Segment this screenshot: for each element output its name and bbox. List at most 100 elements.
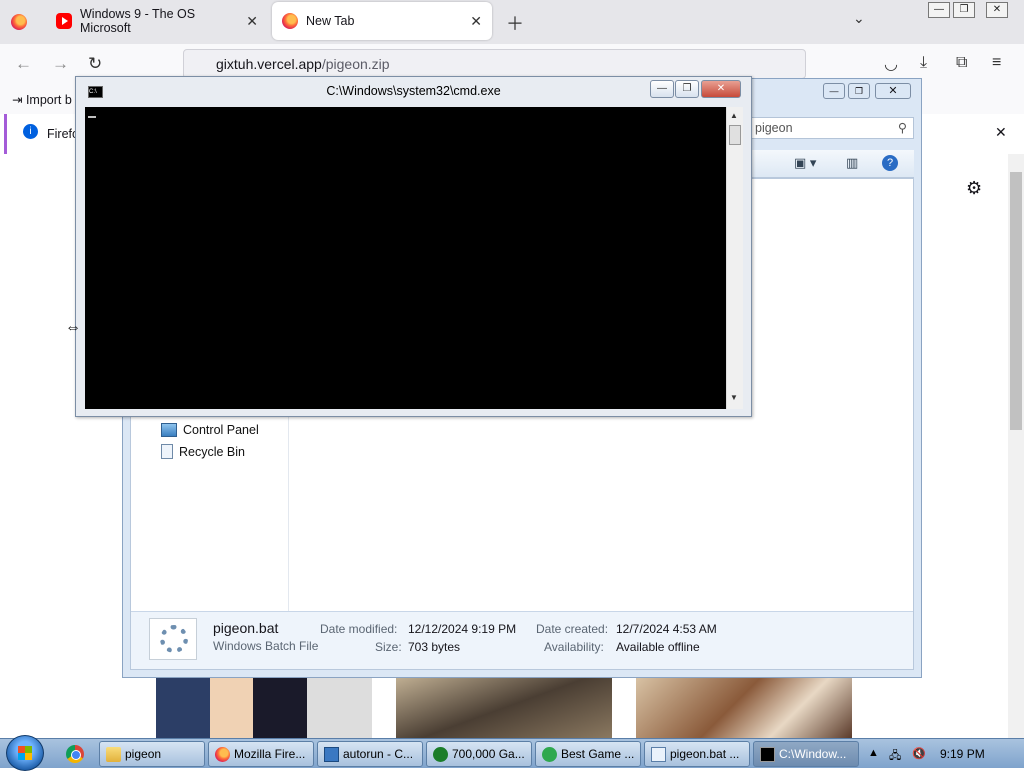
file-name: pigeon.bat <box>213 620 279 636</box>
text-cursor <box>88 116 96 118</box>
search-input[interactable]: pigeon ⚲ <box>748 117 914 139</box>
firefox-view-icon[interactable] <box>11 14 27 30</box>
import-label: Import b <box>25 93 72 107</box>
show-hidden-icons[interactable]: ▲ <box>868 747 879 759</box>
extensions-icon[interactable]: ⧉ <box>956 54 967 72</box>
info-icon: i <box>23 124 38 139</box>
network-icon[interactable]: 🖧 <box>889 747 901 766</box>
browser-icon <box>542 746 557 762</box>
scroll-up-icon[interactable]: ▲ <box>730 111 738 120</box>
console-output[interactable] <box>85 107 726 409</box>
task-label: 700,000 Ga... <box>452 747 525 761</box>
forward-icon[interactable]: → <box>52 54 69 74</box>
task-label: Mozilla Fire... <box>234 747 306 761</box>
close-button[interactable]: ✕ <box>701 80 741 98</box>
taskbar-item-games[interactable]: 700,000 Ga... <box>426 741 532 767</box>
taskbar-item-autorun[interactable]: autorun - C... <box>317 741 423 767</box>
taskbar-item-pigeon[interactable]: pigeon <box>99 741 205 767</box>
nav-recycle-bin[interactable]: Recycle Bin <box>161 444 245 459</box>
scroll-down-icon[interactable]: ▼ <box>730 393 738 402</box>
settings-gear-icon[interactable]: ⚙ <box>966 178 982 199</box>
scrollbar-thumb[interactable] <box>1010 172 1022 430</box>
nav-label: Control Panel <box>183 423 259 437</box>
story-thumbnail[interactable] <box>156 678 372 738</box>
taskbar-item-notepad[interactable]: pigeon.bat ... <box>644 741 750 767</box>
details-pane: pigeon.bat Windows Batch File Date modif… <box>131 611 913 669</box>
youtube-icon <box>56 13 72 29</box>
clock[interactable]: 9:19 PM <box>940 747 985 761</box>
minimize-button[interactable]: — <box>823 83 845 99</box>
close-button[interactable]: ✕ <box>875 83 911 99</box>
task-label: pigeon <box>125 747 162 761</box>
control-panel-icon <box>161 423 177 437</box>
address-bar[interactable]: gixtuh.vercel.app/pigeon.zip <box>183 49 806 79</box>
task-label: autorun - C... <box>343 747 414 761</box>
task-label: pigeon.bat ... <box>670 747 740 761</box>
file-type: Windows Batch File <box>213 639 319 653</box>
change-view-icon[interactable]: ▣ ▾ <box>794 155 816 171</box>
download-icon[interactable]: ⤓ <box>920 54 927 72</box>
cmd-window[interactable]: C:\ C:\Windows\system32\cmd.exe — ❐ ✕ ▲ … <box>75 76 752 417</box>
date-created-label: Date created: <box>536 622 609 636</box>
tab-title: New Tab <box>306 14 355 28</box>
tab-title: Windows 9 - The OS Microsoft <box>80 7 196 35</box>
list-tabs-button[interactable]: ⌄ <box>853 10 865 27</box>
search-icon: ⚲ <box>897 121 907 135</box>
date-modified-value: 12/12/2024 9:19 PM <box>408 622 517 636</box>
close-tab-icon[interactable]: ✕ <box>246 13 258 30</box>
pocket-icon[interactable]: ◡ <box>884 54 898 74</box>
firefox-icon <box>282 13 298 29</box>
browser-tabstrip: Windows 9 - The OS Microsoft ✕ New Tab ✕… <box>0 0 1024 44</box>
menu-icon[interactable]: ≡ <box>992 54 1001 72</box>
batch-file-icon <box>149 618 197 660</box>
taskbar-item-firefox[interactable]: Mozilla Fire... <box>208 741 314 767</box>
story-thumbnail[interactable] <box>396 678 612 738</box>
folder-icon <box>106 746 121 762</box>
new-tab-button[interactable]: ＋ <box>506 10 524 36</box>
console-scrollbar[interactable]: ▲ ▼ <box>726 107 743 409</box>
reload-icon[interactable]: ↻ <box>88 54 102 74</box>
date-modified-label: Date modified: <box>320 622 398 636</box>
availability-value: Available offline <box>616 640 700 654</box>
restore-button[interactable]: ❐ <box>953 2 975 18</box>
nav-label: Recycle Bin <box>179 444 245 459</box>
url-host: gixtuh.vercel.app <box>216 56 322 72</box>
date-created-value: 12/7/2024 4:53 AM <box>616 622 717 636</box>
notepad-icon <box>651 746 666 762</box>
availability-label: Availability: <box>544 640 604 654</box>
taskbar-item-cmd[interactable]: C:\Window... <box>753 741 859 767</box>
close-tab-icon[interactable]: ✕ <box>470 13 482 30</box>
close-notice-icon[interactable]: ✕ <box>995 124 1007 141</box>
nav-control-panel[interactable]: Control Panel <box>161 423 259 437</box>
import-bookmarks-link[interactable]: ⇥ Import b <box>12 92 72 107</box>
resize-cursor-icon: ⇔ <box>65 319 81 336</box>
close-button[interactable]: ✕ <box>986 2 1008 18</box>
cmd-icon <box>760 746 775 762</box>
scrollbar-thumb[interactable] <box>729 125 741 145</box>
preview-pane-icon[interactable]: ▥ <box>846 155 858 171</box>
taskbar: pigeon Mozilla Fire... autorun - C... 70… <box>0 735 1024 771</box>
tab-new-tab[interactable]: New Tab ✕ <box>272 2 492 40</box>
size-value: 703 bytes <box>408 640 461 654</box>
story-thumbnail[interactable] <box>636 678 852 738</box>
tab-youtube[interactable]: Windows 9 - The OS Microsoft ✕ <box>46 2 268 40</box>
chrome-icon[interactable] <box>66 745 84 763</box>
restore-button[interactable]: ❐ <box>848 83 870 99</box>
volume-muted-icon[interactable]: 🔇 <box>912 747 926 760</box>
search-value: pigeon <box>755 121 793 135</box>
page-scrollbar[interactable] <box>1008 154 1024 738</box>
minimize-button[interactable]: — <box>928 2 950 18</box>
help-icon[interactable]: ? <box>882 155 898 171</box>
autorun-icon <box>324 746 339 762</box>
minimize-button[interactable]: — <box>650 80 674 98</box>
start-button[interactable] <box>6 735 44 771</box>
size-label: Size: <box>375 640 402 654</box>
firefox-icon <box>215 746 230 762</box>
url-path: /pigeon.zip <box>321 56 390 72</box>
recycle-bin-icon <box>161 444 173 459</box>
back-icon[interactable]: ← <box>15 54 32 74</box>
task-label: Best Game ... <box>561 747 635 761</box>
task-label: C:\Window... <box>779 747 847 761</box>
taskbar-item-best-game[interactable]: Best Game ... <box>535 741 641 767</box>
restore-button[interactable]: ❐ <box>675 80 699 98</box>
